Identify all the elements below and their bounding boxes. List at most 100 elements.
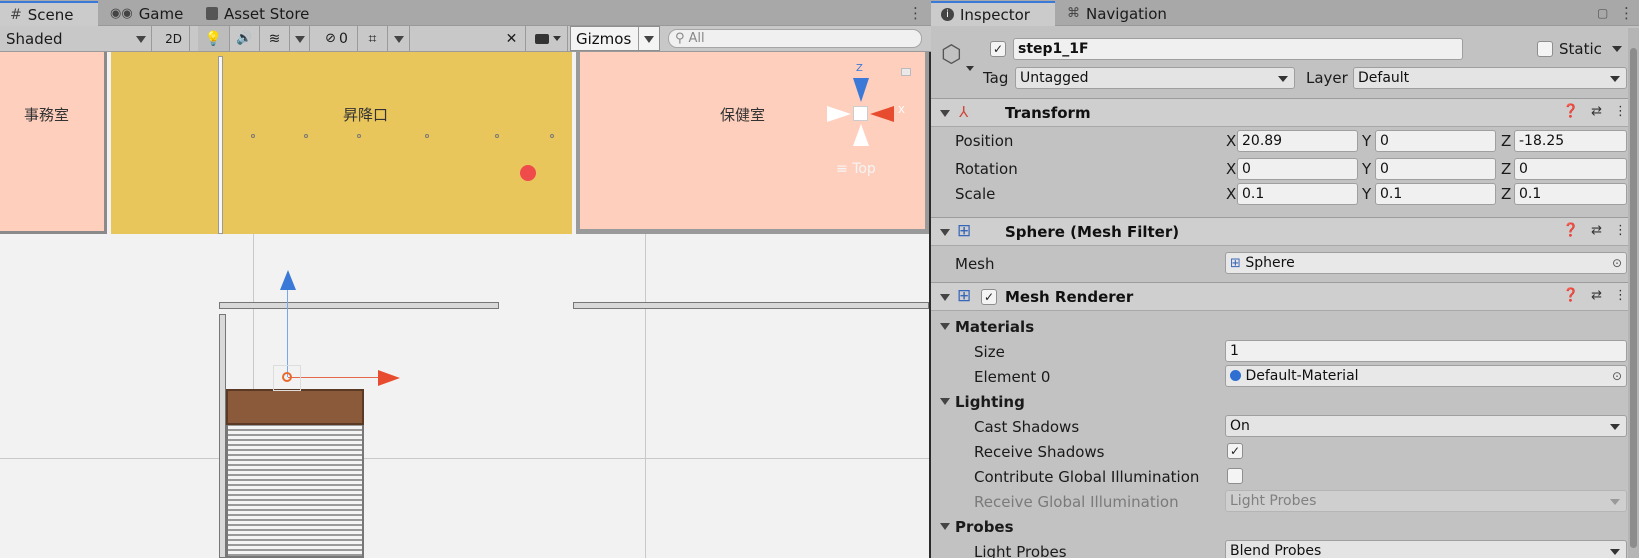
contribute-gi-checkbox[interactable]: [1227, 468, 1243, 484]
scale-y-field[interactable]: 0.1: [1375, 183, 1496, 205]
scrollbar-thumb[interactable]: [1630, 48, 1637, 548]
mesh-renderer-icon: ⊞: [957, 286, 972, 306]
rotation-y-field[interactable]: 0: [1375, 158, 1496, 180]
object-active-checkbox[interactable]: ✓: [990, 41, 1006, 57]
mesh-filter-header[interactable]: ⊞ Sphere (Mesh Filter) ❓ ⇄ ⋮: [931, 217, 1639, 246]
chevron-down-icon: [1610, 76, 1620, 82]
move-gizmo-pivot: [282, 372, 292, 382]
receive-shadows-checkbox[interactable]: ✓: [1227, 443, 1243, 459]
gizmos-button[interactable]: Gizmos: [570, 26, 660, 51]
presets-icon[interactable]: ⇄: [1591, 288, 1602, 303]
scale-y-label: Y: [1362, 185, 1372, 203]
move-gizmo-y-arrow[interactable]: [280, 270, 296, 290]
more-menu-icon[interactable]: ⋮: [1614, 104, 1627, 119]
position-z-label: Z: [1501, 132, 1512, 150]
more-menu-icon[interactable]: ⋮: [908, 4, 923, 22]
room-label-infirmary: 保健室: [720, 106, 766, 124]
object-icon-dropdown[interactable]: [966, 66, 974, 71]
effects-dropdown[interactable]: [290, 26, 310, 51]
presets-icon[interactable]: ⇄: [1591, 223, 1602, 238]
static-label: Static: [1559, 40, 1602, 58]
grid-snap-dropdown[interactable]: [388, 26, 410, 51]
object-picker-icon[interactable]: ⊙: [1612, 253, 1622, 273]
cast-shadows-dropdown[interactable]: On: [1225, 415, 1627, 437]
position-z-field[interactable]: -18.25: [1514, 130, 1627, 152]
foldout-arrow-icon: [940, 229, 950, 236]
scene-viewport[interactable]: 事務室 昇降口 保健室 Z X ≡ Top: [0, 52, 929, 558]
static-dropdown-arrow[interactable]: [1612, 46, 1622, 52]
waypoint-dot: [304, 134, 308, 138]
toggle-2d-button[interactable]: 2D: [158, 26, 190, 51]
orientation-z-arrow[interactable]: [853, 78, 869, 102]
transform-header[interactable]: ⅄ Transform ❓ ⇄ ⋮: [931, 98, 1639, 127]
element0-field[interactable]: Default-Material ⊙: [1225, 365, 1627, 387]
tab-scene[interactable]: # Scene: [0, 1, 98, 26]
grid-snap-toggle[interactable]: ⌗: [358, 26, 388, 51]
position-y-field[interactable]: 0: [1375, 130, 1496, 152]
object-icon: ⬡: [941, 40, 962, 68]
mesh-field[interactable]: ⊞ Sphere ⊙: [1225, 252, 1627, 274]
red-sphere-marker[interactable]: [520, 165, 536, 181]
scene-search-field[interactable]: ⚲ All: [668, 29, 922, 48]
orientation-neg-x-arrow[interactable]: [827, 106, 851, 122]
hidden-objects-toggle[interactable]: ⊘ 0: [316, 26, 358, 51]
orientation-lock-icon[interactable]: [901, 68, 911, 76]
tab-inspector[interactable]: i Inspector: [931, 1, 1055, 26]
scale-z-field[interactable]: 0.1: [1514, 183, 1627, 205]
receive-gi-dropdown: Light Probes: [1225, 490, 1627, 512]
lighting-toggle-button[interactable]: 💡: [198, 26, 230, 51]
orientation-x-arrow[interactable]: [870, 106, 894, 122]
orientation-cube[interactable]: [853, 106, 868, 121]
speaker-icon: 🔊: [236, 31, 253, 46]
static-checkbox[interactable]: [1537, 41, 1553, 57]
waypoint-dot: [357, 134, 361, 138]
chevron-down-icon: [552, 36, 561, 41]
audio-toggle-button[interactable]: 🔊: [230, 26, 260, 51]
tab-game[interactable]: ◉◉ Game: [100, 2, 193, 25]
tab-asset-store[interactable]: Asset Store: [196, 2, 319, 25]
help-icon[interactable]: ❓: [1563, 288, 1579, 303]
effects-toggle-button[interactable]: ≋: [260, 26, 290, 51]
camera-button[interactable]: [528, 26, 568, 51]
object-name-field[interactable]: step1_1F: [1013, 38, 1463, 60]
object-picker-icon[interactable]: ⊙: [1612, 366, 1622, 386]
tab-navigation[interactable]: ⌘ Navigation: [1057, 2, 1177, 25]
waypoint-dot: [495, 134, 499, 138]
chevron-down-icon: [1278, 76, 1288, 82]
scale-x-field[interactable]: 0.1: [1237, 183, 1358, 205]
probes-foldout-icon[interactable]: [940, 523, 950, 530]
chevron-down-icon: [644, 36, 654, 43]
inspector-scrollbar[interactable]: [1628, 28, 1639, 558]
more-menu-icon[interactable]: ⋮: [1619, 4, 1634, 22]
move-gizmo-x-arrow[interactable]: [378, 370, 400, 386]
tag-dropdown[interactable]: Untagged: [1015, 67, 1295, 89]
orientation-x-label: X: [898, 105, 905, 116]
rotation-z-field[interactable]: 0: [1514, 158, 1627, 180]
chevron-down-icon: [1610, 549, 1620, 555]
materials-foldout-icon[interactable]: [940, 323, 950, 330]
more-menu-icon[interactable]: ⋮: [1614, 223, 1627, 238]
size-field[interactable]: 1: [1225, 340, 1627, 362]
position-x-field[interactable]: 20.89: [1237, 130, 1358, 152]
rotation-y-label: Y: [1362, 160, 1372, 178]
lighting-label: Lighting: [955, 393, 1025, 411]
orientation-neg-z-arrow[interactable]: [853, 124, 869, 146]
more-menu-icon[interactable]: ⋮: [1614, 288, 1627, 303]
lightbulb-icon: 💡: [204, 30, 223, 47]
rotation-x-field[interactable]: 0: [1237, 158, 1358, 180]
help-icon[interactable]: ❓: [1563, 223, 1579, 238]
presets-icon[interactable]: ⇄: [1591, 104, 1602, 119]
help-icon[interactable]: ❓: [1563, 104, 1579, 119]
receive-shadows-label: Receive Shadows: [974, 443, 1105, 461]
light-probes-dropdown[interactable]: Blend Probes: [1225, 540, 1627, 558]
room-entrance: [111, 52, 572, 234]
draw-mode-dropdown[interactable]: Shaded: [0, 26, 152, 51]
mesh-renderer-enabled-checkbox[interactable]: ✓: [981, 289, 997, 305]
layer-dropdown[interactable]: Default: [1353, 67, 1627, 89]
position-x-label: X: [1226, 132, 1237, 150]
tools-button[interactable]: ✕: [498, 26, 526, 51]
lighting-foldout-icon[interactable]: [940, 398, 950, 405]
mesh-renderer-header[interactable]: ⊞ ✓ Mesh Renderer ❓ ⇄ ⋮: [931, 282, 1639, 311]
orientation-label[interactable]: ≡ Top: [836, 161, 876, 177]
lock-icon[interactable]: ▢: [1597, 6, 1608, 20]
